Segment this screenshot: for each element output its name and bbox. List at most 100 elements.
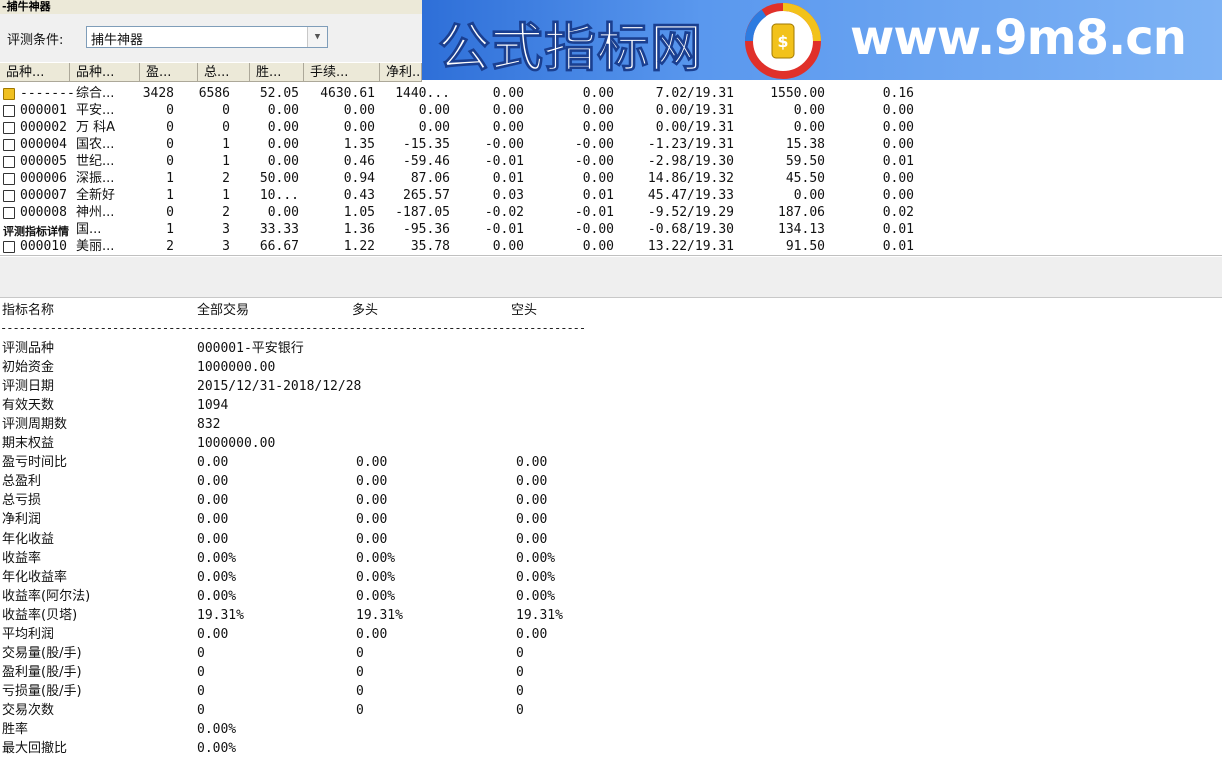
report-cell-name: 亏损量(股/手) [2, 683, 82, 699]
report-row: 总盈利 0.00 0.00 0.00 [0, 472, 700, 491]
svg-text:$: $ [777, 32, 788, 51]
table-cell-c8: 7.02/19.31 [655, 86, 734, 101]
table-cell-c6: -0.01 [484, 154, 524, 169]
table-cell-c10: 0.16 [882, 86, 914, 101]
table-cell-name: 万 科A [76, 120, 116, 135]
table-cell-c1: 0 [166, 154, 174, 169]
report-cell-short: 0.00 [516, 512, 548, 528]
table-cell-c7: -0.00 [574, 222, 614, 237]
report-cell-short: 0.00% [516, 569, 556, 585]
document-icon [3, 241, 15, 253]
table-cell-c7: 0.00 [582, 239, 614, 254]
table-cell-code: ------- [20, 86, 74, 101]
table-cell-c2: 1 [222, 188, 230, 203]
table-cell-c4: 0.94 [343, 171, 375, 186]
report-cell-all: 19.31% [197, 607, 244, 623]
chevron-down-icon[interactable]: ▼ [307, 27, 327, 47]
table-cell-c6: 0.00 [492, 103, 524, 118]
report-row: 收益率(阿尔法) 0.00% 0.00% 0.00% [0, 587, 700, 606]
document-icon [3, 207, 15, 219]
table-row[interactable]: 000002 万 科A 0 0 0.00 0.00 0.00 0.00 0.00 0.00/19.… [0, 119, 1222, 136]
report-cell-name: 胜率 [2, 722, 29, 737]
table-cell-c10: 0.01 [882, 239, 914, 254]
table-cell-c6: 0.01 [492, 171, 524, 186]
table-row[interactable]: 000007 全新好 1 1 10... 0.43 265.57 0.03 0.01 45.47/… [0, 187, 1222, 204]
table-cell-c10: 0.00 [882, 103, 914, 118]
table-cell-name: 平安... [76, 103, 115, 118]
table-cell-code: 000007 [20, 188, 67, 203]
table-cell-c2: 0 [222, 103, 230, 118]
condition-bar: 评测条件: 捕牛神器 ▼ [0, 14, 422, 62]
condition-label: 评测条件: [7, 33, 64, 48]
report-cell-long: 0.00% [356, 569, 396, 585]
table-cell-c7: -0.00 [574, 137, 614, 152]
report-cell-long: 0.00 [356, 531, 388, 547]
report-cell-all: 0.00% [197, 741, 237, 757]
table-cell-c3: 66.67 [259, 239, 299, 254]
report-cell-all: 0.00% [197, 550, 237, 566]
table-cell-c7: 0.01 [582, 188, 614, 203]
table-row[interactable]: 000005 世纪... 0 1 0.00 0.46 -59.46 -0.01 -0.00 -2.… [0, 153, 1222, 170]
report-cell-all: 0.00% [197, 569, 237, 585]
report-cell-name: 年化收益率 [2, 569, 68, 585]
table-row[interactable]: 000004 国农... 0 1 0.00 1.35 -15.35 -0.00 -0.00 -1.… [0, 136, 1222, 153]
table-cell-c8: 0.00/19.31 [655, 103, 734, 118]
col-header-profit-count[interactable]: 盈... [140, 63, 198, 82]
col-header-code[interactable]: 品种... [0, 63, 70, 82]
table-row[interactable]: 000010 美丽... 2 3 66.67 1.22 35.78 0.00 0.00 13.22… [0, 238, 1222, 255]
report-cell-name: 评测周期数 [2, 417, 68, 433]
report-cell-long: 0 [356, 645, 364, 661]
condition-select[interactable]: 捕牛神器 ▼ [86, 26, 328, 48]
report-cell-long: 0.00 [356, 474, 388, 490]
table-cell-c5: -59.46 [403, 154, 450, 169]
table-cell-c2: 2 [222, 171, 230, 186]
report-row: 初始资金 1000000.00 [0, 358, 700, 377]
table-cell-c4: 1.36 [343, 222, 375, 237]
table-cell-c7: -0.00 [574, 154, 614, 169]
table-cell-c5: 1440... [395, 86, 450, 101]
site-logo-icon: $ [745, 3, 821, 79]
table-cell-c2: 6586 [198, 86, 230, 101]
report-row: 交易量(股/手) 0 0 0 [0, 644, 700, 663]
table-cell-code: 000008 [20, 205, 67, 220]
col-header-total-count[interactable]: 总... [198, 63, 250, 82]
splitter-band[interactable] [0, 257, 1222, 298]
table-row[interactable]: 000006 深振... 1 2 50.00 0.94 87.06 0.01 0.00 14.86… [0, 170, 1222, 187]
table-row[interactable]: 000008 神州... 0 2 0.00 1.05 -187.05 -0.02 -0.01 -9… [0, 204, 1222, 221]
table-cell-c6: -0.00 [484, 137, 524, 152]
report-cell-all: 0.00 [197, 455, 229, 471]
col-header-win-rate[interactable]: 胜... [250, 63, 304, 82]
col-header-net-profit[interactable]: 净利... [380, 63, 422, 82]
table-cell-c3: 0.00 [267, 154, 299, 169]
table-cell-c1: 1 [166, 171, 174, 186]
table-cell-code: 000010 [20, 239, 67, 254]
report-cell-name: 有效天数 [2, 398, 55, 414]
report-cell-all: 0.00 [197, 531, 229, 547]
report-row: 盈亏时间比 0.00 0.00 0.00 [0, 453, 700, 472]
table-cell-c7: 0.00 [582, 120, 614, 135]
table-cell-c8: 45.47/19.33 [647, 188, 734, 203]
table-cell-c9: 0.00 [793, 188, 825, 203]
table-row[interactable]: 000001 平安... 0 0 0.00 0.00 0.00 0.00 0.00 0.00/19… [0, 102, 1222, 119]
col-header-fee[interactable]: 手续... [304, 63, 380, 82]
table-cell-name: 国... [76, 222, 102, 237]
table-cell-code: 000004 [20, 137, 67, 152]
report-cell-all: 0.00% [197, 722, 237, 737]
table-cell-c10: 0.00 [882, 188, 914, 203]
table-cell-c1: 1 [166, 188, 174, 203]
report-cell-long: 0.00 [356, 626, 388, 642]
report-cell-long: 0.00 [356, 493, 388, 509]
report-cell-all: 0.00 [197, 474, 229, 490]
document-icon [3, 173, 15, 185]
report-cell-all: 0.00 [197, 512, 229, 528]
table-cell-c9: 134.13 [778, 222, 825, 237]
report-header-long: 多头 [352, 303, 379, 318]
report-cell-name: 平均利润 [2, 626, 55, 642]
table-cell-c1: 0 [166, 205, 174, 220]
table-row[interactable]: 000009国...1333.331.36-95.36-0.01-0.00-0.… [0, 221, 1222, 238]
table-cell-c5: 87.06 [410, 171, 450, 186]
col-header-name[interactable]: 品种... [70, 63, 140, 82]
table-cell-c8: 0.00/19.31 [655, 120, 734, 135]
table-row[interactable]: ------- 综合... 3428 6586 52.05 4630.61 1440... 0… [0, 85, 1222, 102]
report-row: 平均利润 0.00 0.00 0.00 [0, 625, 700, 644]
